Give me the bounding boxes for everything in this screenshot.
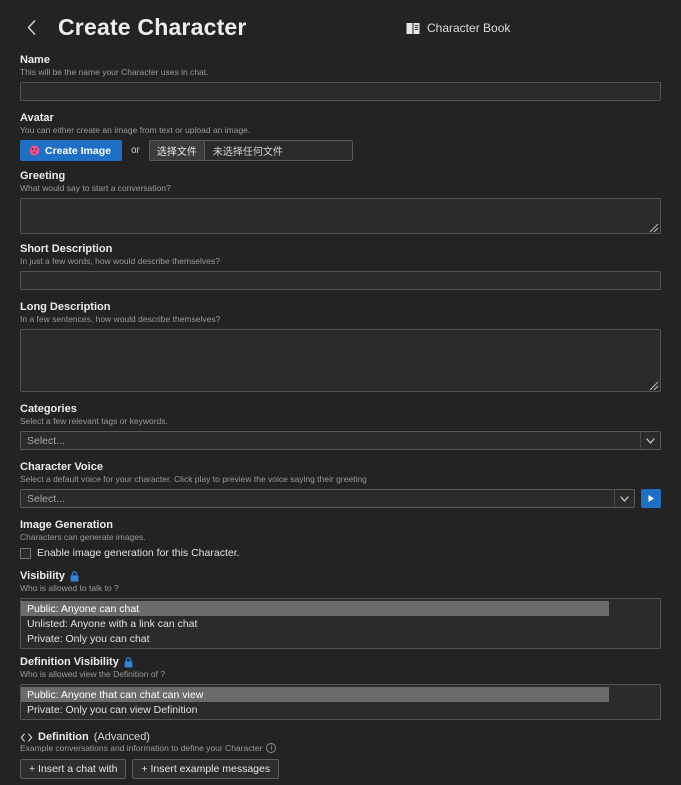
image-generation-checkbox-row[interactable]: Enable image generation for this Charact… [20,547,661,559]
insert-chat-button[interactable]: + Insert a chat with [20,759,126,779]
visibility-label-text: Visibility [20,570,65,582]
visibility-field-group: Visibility Who is allowed to talk to ? P… [20,570,661,649]
visibility-option[interactable]: Public: Anyone can chat [21,601,609,616]
character-voice-field-group: Character Voice Select a default voice f… [20,461,661,508]
character-form: Name This will be the name your Characte… [0,54,681,785]
image-generation-checkbox-label[interactable]: Enable image generation for this Charact… [37,547,240,559]
choose-file-button[interactable]: 选择文件 [150,141,205,160]
create-image-label: Create Image [45,145,111,157]
chevron-down-icon [640,432,660,449]
definition-visibility-listbox[interactable]: Public: Anyone that can chat can view Pr… [20,684,661,720]
character-voice-label: Character Voice [20,461,661,473]
short-description-field-group: Short Description In just a few words, h… [20,243,661,290]
page-header: Create Character Character Book [0,0,681,54]
character-voice-hint: Select a default voice for your characte… [20,474,661,485]
name-label: Name [20,54,661,66]
definition-visibility-label: Definition Visibility [20,656,661,668]
play-icon [647,494,655,503]
greeting-textarea-wrap [20,198,661,234]
back-button[interactable] [18,14,44,40]
short-description-hint: In just a few words, how would describe … [20,256,661,267]
create-image-button[interactable]: Create Image [20,140,122,161]
character-book-label: Character Book [427,21,510,35]
name-input[interactable] [20,82,661,101]
definition-visibility-field-group: Definition Visibility Who is allowed vie… [20,656,661,720]
image-generation-field-group: Image Generation Characters can generate… [20,519,661,559]
visibility-label: Visibility [20,570,661,582]
greeting-hint: What would say to start a conversation? [20,183,661,194]
lock-icon [70,571,79,582]
definition-field-group: Definition (Advanced) Example conversati… [20,731,661,785]
long-description-field-group: Long Description In a few sentences, how… [20,301,661,392]
image-generation-checkbox[interactable] [20,548,31,559]
long-description-textarea[interactable] [20,329,661,392]
lock-icon [124,657,133,668]
chevron-down-icon [614,490,634,507]
image-generation-hint: Characters can generate images. [20,532,661,543]
image-generation-label: Image Generation [20,519,661,531]
categories-label: Categories [20,403,661,415]
palette-icon [29,145,40,156]
character-voice-controls: Select... [20,489,661,508]
book-icon [406,22,420,35]
definition-visibility-option[interactable]: Public: Anyone that can chat can view [21,687,609,702]
visibility-hint: Who is allowed to talk to ? [20,583,661,594]
long-description-textarea-wrap [20,329,661,392]
avatar-file-input[interactable]: 选择文件 未选择任何文件 [149,140,353,161]
categories-selected-value: Select... [21,435,640,447]
definition-hint: Example conversations and information to… [20,743,262,753]
long-description-label: Long Description [20,301,661,313]
definition-advanced-suffix: (Advanced) [94,731,150,743]
greeting-field-group: Greeting What would say to start a conve… [20,170,661,234]
short-description-label: Short Description [20,243,661,255]
definition-header[interactable]: Definition (Advanced) [20,731,661,743]
definition-insert-buttons: + Insert a chat with + Insert example me… [20,759,661,779]
character-voice-selected-value: Select... [21,493,614,505]
definition-label: Definition [38,731,89,743]
visibility-option[interactable]: Private: Only you can chat [21,631,660,646]
visibility-option[interactable]: Unlisted: Anyone with a link can chat [21,616,660,631]
chevron-left-icon [25,19,38,36]
code-brackets-icon [20,733,33,742]
name-field-group: Name This will be the name your Characte… [20,54,661,101]
avatar-field-group: Avatar You can either create an image fr… [20,112,661,161]
create-character-page: Create Character Character Book Name Thi… [0,0,681,785]
long-description-hint: In a few sentences, how would describe t… [20,314,661,325]
greeting-label: Greeting [20,170,661,182]
definition-visibility-hint: Who is allowed view the Definition of ? [20,669,661,680]
definition-visibility-label-text: Definition Visibility [20,656,119,668]
name-hint: This will be the name your Character use… [20,67,661,78]
short-description-input[interactable] [20,271,661,290]
visibility-listbox[interactable]: Public: Anyone can chat Unlisted: Anyone… [20,598,661,649]
categories-hint: Select a few relevant tags or keywords. [20,416,661,427]
avatar-hint: You can either create an image from text… [20,125,661,136]
character-book-button[interactable]: Character Book [406,21,510,35]
categories-field-group: Categories Select a few relevant tags or… [20,403,661,450]
avatar-or-label: or [131,145,140,156]
info-icon[interactable]: i [266,743,276,753]
voice-play-button[interactable] [641,489,661,508]
page-title: Create Character [58,14,247,41]
character-voice-select[interactable]: Select... [20,489,635,508]
avatar-controls: Create Image or 选择文件 未选择任何文件 [20,140,661,161]
avatar-label: Avatar [20,112,661,124]
insert-example-messages-button[interactable]: + Insert example messages [132,759,279,779]
definition-hint-row: Example conversations and information to… [20,743,661,753]
chosen-file-name: 未选择任何文件 [205,141,291,160]
definition-visibility-option[interactable]: Private: Only you can view Definition [21,702,660,717]
greeting-textarea[interactable] [20,198,661,234]
categories-select[interactable]: Select... [20,431,661,450]
